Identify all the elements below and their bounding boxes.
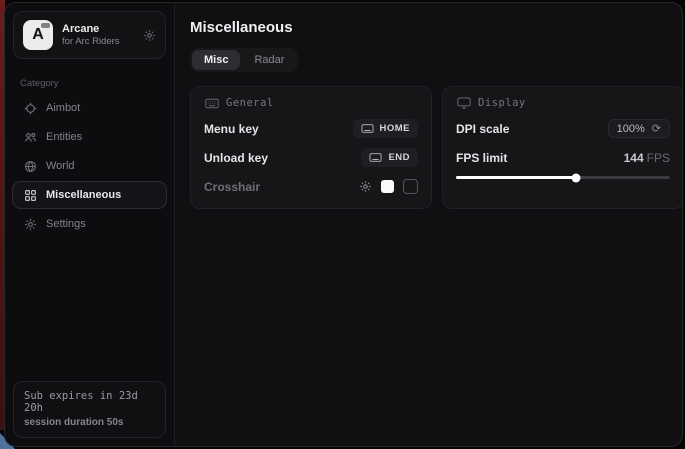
fps-limit-row: FPS limit 144FPS (456, 148, 670, 167)
app-subtitle: for Arc Riders (62, 36, 120, 47)
sub-expiry-text: Sub expires in 23d 20h (24, 390, 155, 414)
tab-radar[interactable]: Radar (242, 50, 296, 70)
display-card: Display DPI scale 100% ⟳ FPS limit 144FP… (442, 86, 683, 209)
display-card-title: Display (478, 97, 526, 109)
crosshair-row: Crosshair (204, 177, 418, 196)
general-card-title: General (226, 97, 274, 109)
crosshair-label: Crosshair (204, 180, 260, 194)
menu-key-bind-button[interactable]: HOME (353, 119, 419, 138)
crosshair-color-swatch[interactable] (381, 180, 394, 193)
profile-card: A Arcane for Arc Riders (13, 11, 166, 59)
sidebar-item-settings[interactable]: Settings (12, 210, 167, 238)
globe-icon (23, 160, 37, 173)
sidebar: A Arcane for Arc Riders Category (5, 3, 175, 446)
dpi-scale-stepper[interactable]: 100% ⟳ (608, 119, 670, 138)
display-card-header: Display (456, 97, 670, 109)
refresh-icon[interactable]: ⟳ (652, 122, 661, 135)
unload-key-row: Unload key END (204, 148, 418, 167)
entities-icon (23, 131, 37, 144)
main-panel: Miscellaneous Misc Radar Gene (175, 3, 683, 446)
crosshair-toggle-checkbox[interactable] (403, 179, 418, 194)
sidebar-item-label: Entities (46, 131, 82, 143)
keyboard-icon (361, 124, 374, 133)
tab-misc[interactable]: Misc (192, 50, 240, 70)
fps-slider-thumb[interactable] (571, 173, 580, 182)
sidebar-item-label: Aimbot (46, 102, 80, 114)
general-card: General Menu key HOME Unload key (190, 86, 432, 209)
fps-limit-value: 144FPS (624, 151, 670, 165)
sidebar-spacer (5, 238, 174, 373)
app-title: Arcane (62, 23, 120, 35)
monitor-icon (456, 97, 471, 109)
sidebar-item-aimbot[interactable]: Aimbot (12, 94, 167, 122)
keyboard-icon (204, 98, 219, 109)
fps-number: 144 (624, 151, 644, 165)
gear-icon (23, 218, 37, 231)
subscription-status-card: Sub expires in 23d 20h session duration … (13, 381, 166, 438)
fps-unit: FPS (647, 151, 670, 165)
profile-text: Arcane for Arc Riders (62, 23, 120, 47)
overlay-window: A Arcane for Arc Riders Category (4, 2, 683, 447)
profile-gear-icon[interactable] (143, 29, 156, 42)
menu-key-label: Menu key (204, 122, 259, 136)
menu-key-row: Menu key HOME (204, 119, 418, 138)
menu-key-value: HOME (380, 123, 411, 134)
unload-key-label: Unload key (204, 151, 268, 165)
tab-bar: Misc Radar (190, 48, 298, 72)
sidebar-item-label: Settings (46, 218, 86, 230)
dpi-scale-value: 100% (617, 123, 645, 135)
unload-key-value: END (388, 152, 410, 163)
category-label: Category (20, 78, 159, 89)
unload-key-bind-button[interactable]: END (361, 148, 418, 167)
screen: A Arcane for Arc Riders Category (0, 0, 685, 449)
sidebar-item-miscellaneous[interactable]: Miscellaneous (12, 181, 167, 209)
keyboard-icon (369, 153, 382, 162)
dpi-scale-row: DPI scale 100% ⟳ (456, 119, 670, 138)
sidebar-item-entities[interactable]: Entities (12, 123, 167, 151)
session-duration-text: session duration 50s (24, 417, 155, 428)
sidebar-nav: Aimbot Entities (5, 94, 174, 238)
fps-limit-slider[interactable] (456, 176, 670, 179)
app-logo: A (23, 20, 53, 50)
crosshair-controls (359, 179, 418, 194)
sidebar-item-world[interactable]: World (12, 152, 167, 180)
fps-limit-label: FPS limit (456, 151, 507, 165)
cards-row: General Menu key HOME Unload key (190, 86, 683, 209)
sidebar-item-label: Miscellaneous (46, 189, 121, 201)
crosshair-icon (23, 102, 37, 115)
crosshair-settings-gear-icon[interactable] (359, 180, 372, 193)
grid-icon (23, 189, 37, 202)
general-card-header: General (204, 97, 418, 109)
page-title: Miscellaneous (190, 19, 683, 36)
fps-slider-fill (456, 176, 576, 179)
sidebar-item-label: World (46, 160, 75, 172)
dpi-scale-label: DPI scale (456, 122, 509, 136)
